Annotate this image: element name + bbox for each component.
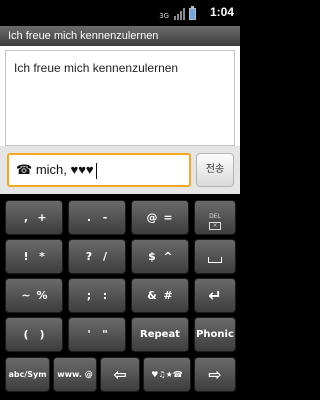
key-secondary: + <box>37 210 47 224</box>
message-bubble[interactable]: Ich freue mich kennenzulernen <box>5 50 235 146</box>
key-secondary: = <box>163 210 173 224</box>
app-title: Ich freue mich kennenzulernen <box>8 30 159 42</box>
key-secondary: * <box>39 249 45 263</box>
message-area: Ich freue mich kennenzulernen <box>0 46 240 146</box>
phonic-label: Phonic <box>196 328 234 340</box>
key-comma-plus[interactable]: , + <box>5 200 63 235</box>
delete-label: DEL <box>209 213 221 220</box>
cursor-left-key[interactable]: ⇦ <box>100 357 140 392</box>
emoticon-key[interactable]: ♥♫★☎ <box>143 357 191 392</box>
key-secondary: ^ <box>163 249 173 263</box>
space-key[interactable] <box>194 239 236 274</box>
app-title-bar: Ich freue mich kennenzulernen <box>0 26 240 46</box>
signal-icon <box>174 8 185 20</box>
message-input[interactable]: ☎ mich, ♥♥♥ <box>7 153 191 187</box>
text-cursor <box>95 162 97 179</box>
phonic-key[interactable]: Phonic <box>194 317 236 352</box>
key-secondary: - <box>102 210 108 224</box>
key-parentheses[interactable]: ( ) <box>5 317 63 352</box>
delete-key[interactable]: DEL × <box>194 200 236 235</box>
space-icon <box>208 256 222 263</box>
key-question-slash[interactable]: ? / <box>68 239 126 274</box>
repeat-label: Repeat <box>140 328 180 340</box>
key-secondary: / <box>102 249 108 263</box>
abc-sym-key[interactable]: abc/Sym <box>5 357 50 392</box>
emoticon-label: ♥♫★☎ <box>151 369 183 379</box>
key-secondary: " <box>102 327 108 341</box>
key-secondary: # <box>163 288 173 302</box>
delete-icon: × <box>209 222 221 230</box>
www-at-label: www. @ <box>57 369 93 379</box>
key-ampersand-hash[interactable]: & # <box>131 278 189 313</box>
message-text: Ich freue mich kennenzulernen <box>14 61 179 75</box>
compose-row: ☎ mich, ♥♥♥ 전송 <box>0 146 240 194</box>
key-secondary: : <box>102 288 108 302</box>
key-period-minus[interactable]: . - <box>68 200 126 235</box>
key-semicolon-colon[interactable]: ; : <box>68 278 126 313</box>
www-at-key[interactable]: www. @ <box>53 357 97 392</box>
key-exclaim-asterisk[interactable]: ! * <box>5 239 63 274</box>
enter-key[interactable]: ↵ <box>194 278 236 313</box>
status-bar: 3G 1:04 <box>0 0 240 26</box>
key-dollar-caret[interactable]: $ ^ <box>131 239 189 274</box>
status-time: 1:04 <box>209 5 234 19</box>
key-at-equals[interactable]: @ = <box>131 200 189 235</box>
cursor-right-key[interactable]: ⇨ <box>194 357 236 392</box>
send-button[interactable]: 전송 <box>196 153 234 187</box>
abc-sym-label: abc/Sym <box>8 369 47 379</box>
phone-icon: ☎ <box>16 162 33 177</box>
enter-icon: ↵ <box>208 285 222 305</box>
battery-icon <box>189 6 196 20</box>
key-secondary: % <box>36 288 48 302</box>
status-icons: 3G <box>159 6 196 20</box>
arrow-left-icon: ⇦ <box>113 364 127 384</box>
arrow-right-icon: ⇨ <box>208 364 222 384</box>
key-quotes[interactable]: ' " <box>68 317 126 352</box>
message-input-value: mich, ♥♥♥ <box>35 162 94 177</box>
network-type-label: 3G <box>159 12 169 20</box>
key-tilde-percent[interactable]: ~ % <box>5 278 63 313</box>
key-secondary: ) <box>39 327 45 341</box>
repeat-key[interactable]: Repeat <box>131 317 189 352</box>
symbol-keyboard: , + . - @ = DEL × ! * ? / $ ^ ~ % ; : & … <box>0 194 240 400</box>
